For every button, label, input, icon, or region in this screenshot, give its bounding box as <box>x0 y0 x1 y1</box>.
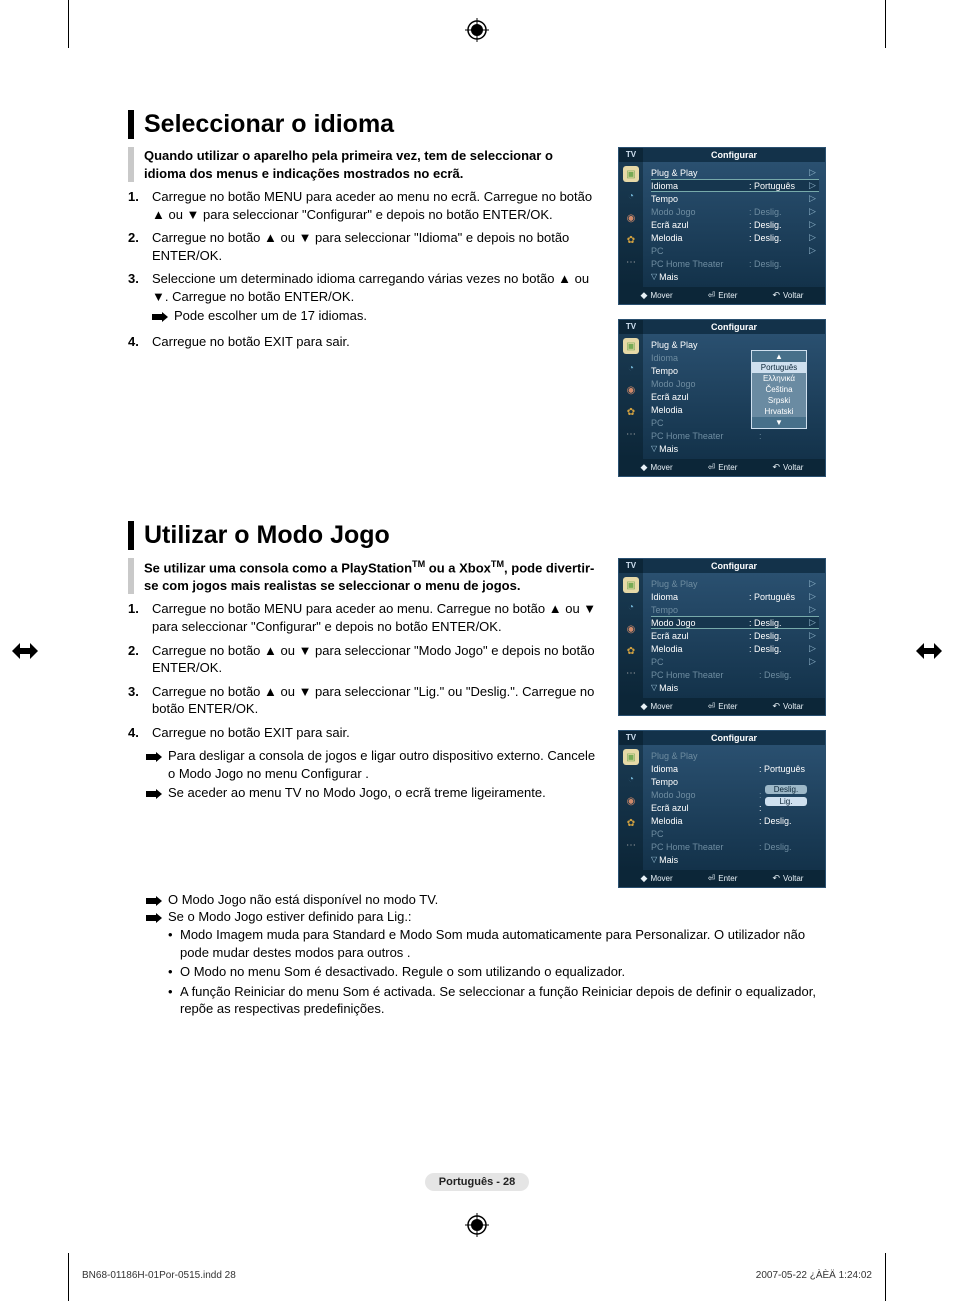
side-arrow-right-icon <box>916 638 942 664</box>
note-arrow-icon <box>152 307 168 325</box>
note-text: Pode escolher um de 17 idiomas. <box>174 307 367 325</box>
section-game-mode: Utilizar o Modo Jogo Se utilizar uma con… <box>128 521 826 1020</box>
file-name-text: BN68-01186H-01Por-0515.indd 28 <box>82 1270 236 1281</box>
note-arrow-icon <box>146 747 162 782</box>
title-bar-icon <box>128 110 134 139</box>
timestamp-text: 2007-05-22 ¿ÀÈÄ 1:24:02 <box>756 1270 872 1281</box>
registration-mark-icon <box>465 1213 489 1237</box>
registration-mark-icon <box>465 18 489 42</box>
print-metadata: BN68-01186H-01Por-0515.indd 28 2007-05-2… <box>82 1270 872 1281</box>
section-language: Seleccionar o idioma Quando utilizar o a… <box>128 110 826 477</box>
osd-option-off: Deslig. <box>765 785 807 794</box>
step-list: 1.Carregue no botão MENU para aceder ao … <box>128 600 598 741</box>
osd-panel-language-dropdown: TVConfigurar ▣ ◔ ◉ ✿ ⋯ Plug & Play Idiom… <box>618 319 826 477</box>
step-list: 1.Carregue no botão MENU para aceder ao … <box>128 188 598 350</box>
intro-text: Quando utilizar o aparelho pela primeira… <box>144 147 598 182</box>
return-icon: ↶ <box>772 290 780 301</box>
note-arrow-icon <box>146 784 162 802</box>
osd-option-on: Lig. <box>765 797 807 806</box>
note-arrow-icon <box>146 909 162 924</box>
osd-panel-game-toggle: TVConfigurar ▣ ◔ ◉ ✿ ⋯ Plug & Play Idiom… <box>618 730 826 888</box>
page-number-badge: Português - 28 <box>425 1173 529 1191</box>
note-arrow-icon <box>146 892 162 907</box>
osd-panel-language-list: TVConfigurar ▣ ◔ ◉ ✿ ⋯ Plug & Play▷ Idio… <box>618 147 826 305</box>
osd-sidebar-icons: ▣ ◔ ◉ ✿ ⋯ <box>619 162 643 287</box>
intro-text: Se utilizar uma consola como a PlayStati… <box>144 558 598 594</box>
bullet-list: Modo Imagem muda para Standard e Modo So… <box>168 926 826 1018</box>
osd-panel-game-list: TVConfigurar ▣ ◔ ◉ ✿ ⋯ Plug & Play▷ Idio… <box>618 558 826 716</box>
section-title: Utilizar o Modo Jogo <box>144 521 390 550</box>
enter-icon: ⏎ <box>708 290 716 301</box>
move-icon: ◆ <box>641 290 648 301</box>
osd-language-dropdown: ▲ Português Ελληνικά Čeština Srpski Hrva… <box>751 350 807 429</box>
section-title: Seleccionar o idioma <box>144 110 394 139</box>
title-bar-icon <box>128 521 134 550</box>
side-arrow-left-icon <box>12 638 38 664</box>
